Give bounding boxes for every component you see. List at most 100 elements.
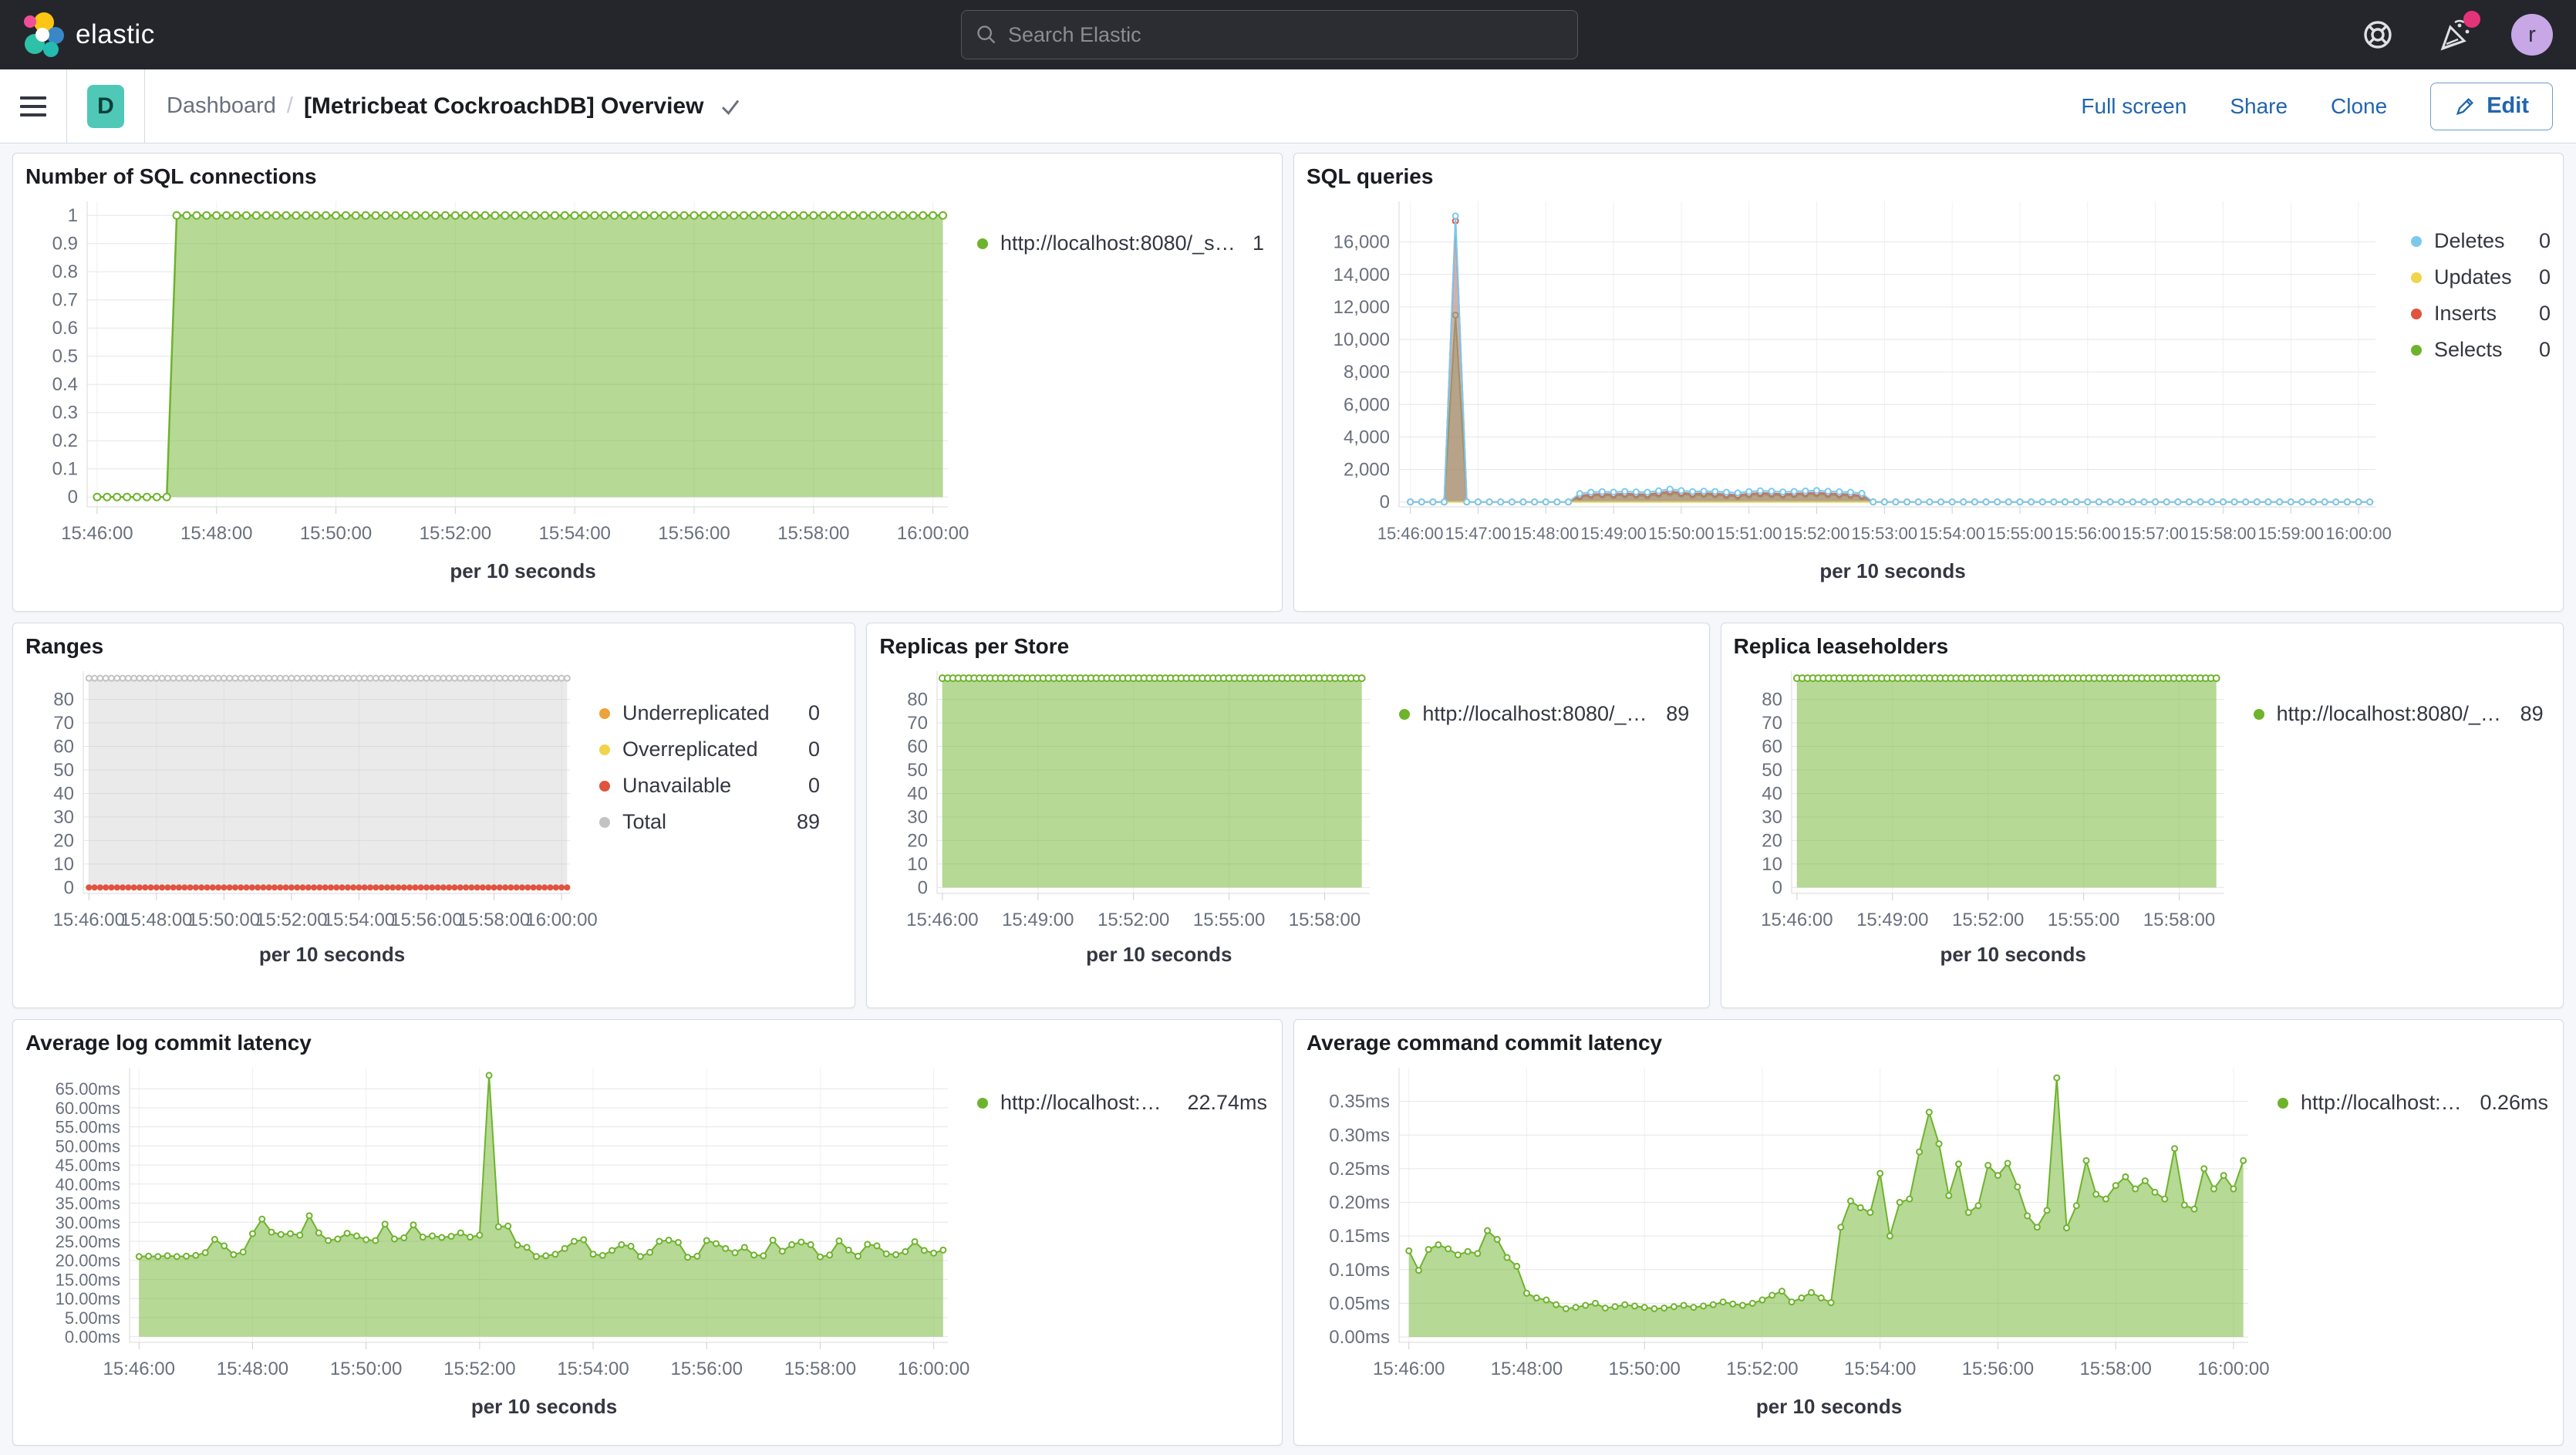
- legend-item[interactable]: Total89: [599, 810, 820, 834]
- svg-text:20.00ms: 20.00ms: [56, 1251, 120, 1271]
- legend-value: 0: [2524, 229, 2551, 253]
- help-button[interactable]: [2357, 14, 2399, 56]
- panel-replica-leaseholders: Replica leaseholders 0102030405060708015…: [1721, 623, 2564, 1008]
- share-button[interactable]: Share: [2230, 94, 2288, 119]
- legend-value: 89: [1650, 702, 1689, 726]
- svg-text:0: 0: [1772, 877, 1782, 898]
- legend-label: Overreplicated: [622, 738, 758, 761]
- svg-text:0.5: 0.5: [52, 346, 78, 367]
- legend-item[interactable]: http://localhost:8080/_sta...89: [1399, 702, 1689, 726]
- panel-title: Replica leaseholders: [1734, 634, 2551, 659]
- svg-text:0.00ms: 0.00ms: [1329, 1327, 1390, 1348]
- svg-text:30.00ms: 30.00ms: [56, 1213, 120, 1232]
- search-input[interactable]: Search Elastic: [961, 10, 1578, 59]
- pencil-icon: [2454, 96, 2476, 117]
- legend-item[interactable]: http://localhost:808...22.74ms: [977, 1091, 1267, 1115]
- title-menu-toggle[interactable]: [719, 95, 742, 118]
- legend-label: http://localhost:808...: [1000, 1091, 1172, 1115]
- svg-text:0.15ms: 0.15ms: [1329, 1226, 1390, 1247]
- command-commit-latency-chart[interactable]: 0.00ms0.05ms0.10ms0.15ms0.20ms0.25ms0.30…: [1307, 1060, 2259, 1392]
- legend-color-dot: [977, 238, 988, 249]
- svg-text:10: 10: [1762, 854, 1782, 875]
- svg-text:0.10ms: 0.10ms: [1329, 1260, 1390, 1281]
- svg-text:15:50:00: 15:50:00: [1608, 1359, 1680, 1379]
- legend-item[interactable]: Selects0: [2411, 338, 2551, 362]
- legend-item[interactable]: Inserts0: [2411, 302, 2551, 326]
- menu-button[interactable]: [0, 69, 66, 143]
- legend-label: Selects: [2434, 338, 2503, 362]
- svg-text:15:55:00: 15:55:00: [1987, 524, 2053, 543]
- clone-button[interactable]: Clone: [2331, 94, 2387, 119]
- edit-button-label: Edit: [2487, 93, 2529, 119]
- legend-item[interactable]: http://localhost:8080/_stat...1: [977, 231, 1264, 255]
- replica-leaseholders-chart[interactable]: 0102030405060708015:46:0015:49:0015:52:0…: [1734, 663, 2235, 940]
- chart-legend: http://localhost:8080...0.26ms: [2259, 1060, 2548, 1419]
- svg-text:0: 0: [918, 877, 928, 898]
- legend-item[interactable]: http://localhost:8080/_sta...89: [2254, 702, 2544, 726]
- svg-text:15:48:00: 15:48:00: [1512, 524, 1579, 543]
- svg-text:15:48:00: 15:48:00: [217, 1359, 288, 1379]
- user-avatar[interactable]: r: [2511, 14, 2553, 56]
- legend-color-dot: [2278, 1098, 2288, 1109]
- svg-text:15:59:00: 15:59:00: [2257, 524, 2324, 543]
- svg-text:30: 30: [53, 807, 74, 828]
- x-axis-title: per 10 seconds: [1307, 559, 2386, 583]
- svg-text:15:56:00: 15:56:00: [671, 1359, 743, 1379]
- svg-text:0.05ms: 0.05ms: [1329, 1293, 1390, 1314]
- notification-dot: [2463, 11, 2480, 28]
- panel-replicas-per-store: Replicas per Store 0102030405060708015:4…: [866, 623, 1709, 1008]
- svg-text:25.00ms: 25.00ms: [56, 1232, 120, 1251]
- svg-text:50: 50: [1762, 760, 1782, 781]
- edit-button[interactable]: Edit: [2430, 83, 2553, 130]
- legend-item[interactable]: Updates0: [2411, 265, 2551, 289]
- svg-text:15:48:00: 15:48:00: [1491, 1359, 1563, 1379]
- ranges-chart[interactable]: 0102030405060708015:46:0015:48:0015:50:0…: [25, 663, 581, 940]
- panel-average-log-commit-latency: Average log commit latency 0.00ms5.00ms1…: [12, 1019, 1283, 1446]
- page-title: [Metricbeat CockroachDB] Overview: [304, 93, 704, 120]
- breadcrumb-dashboard-link[interactable]: Dashboard: [167, 93, 276, 119]
- svg-text:15:58:00: 15:58:00: [2143, 910, 2214, 930]
- search-placeholder: Search Elastic: [1008, 23, 1141, 47]
- legend-item[interactable]: Deletes 0: [2411, 229, 2551, 253]
- legend-item[interactable]: http://localhost:8080...0.26ms: [2278, 1091, 2548, 1115]
- svg-text:60: 60: [908, 737, 929, 758]
- svg-text:10,000: 10,000: [1334, 329, 1390, 350]
- log-commit-latency-chart[interactable]: 0.00ms5.00ms10.00ms15.00ms20.00ms25.00ms…: [25, 1060, 959, 1392]
- legend-label: Unavailable: [622, 774, 731, 798]
- legend-label: http://localhost:8080/_sta...: [2277, 702, 2505, 726]
- legend-item[interactable]: Underreplicated0: [599, 701, 820, 725]
- hamburger-icon: [20, 96, 46, 116]
- svg-text:0.6: 0.6: [52, 318, 78, 339]
- svg-text:15:49:00: 15:49:00: [1002, 910, 1074, 930]
- legend-value: 0.26ms: [2464, 1091, 2548, 1115]
- svg-text:30: 30: [1762, 807, 1782, 828]
- svg-text:10: 10: [908, 854, 929, 875]
- sql-queries-chart[interactable]: 02,0004,0006,0008,00010,00012,00014,0001…: [1307, 194, 2386, 556]
- check-icon: [719, 95, 742, 118]
- svg-text:15:52:00: 15:52:00: [443, 1359, 515, 1379]
- legend-item[interactable]: Unavailable0: [599, 774, 820, 798]
- sql-connections-chart[interactable]: 00.10.20.30.40.50.60.70.80.9115:46:0015:…: [25, 194, 959, 556]
- legend-item[interactable]: Overreplicated0: [599, 738, 820, 761]
- svg-text:70: 70: [1762, 713, 1782, 734]
- legend-color-dot: [599, 744, 610, 755]
- panel-title: SQL queries: [1307, 164, 2551, 189]
- legend-color-dot: [2411, 272, 2422, 283]
- legend-color-dot: [2411, 345, 2422, 356]
- legend-label: Underreplicated: [622, 701, 770, 725]
- svg-text:40.00ms: 40.00ms: [56, 1175, 120, 1194]
- svg-text:0.4: 0.4: [52, 374, 78, 395]
- svg-text:15:58:00: 15:58:00: [2190, 524, 2257, 543]
- replicas-per-store-chart[interactable]: 0102030405060708015:46:0015:49:0015:52:0…: [879, 663, 1381, 940]
- legend-label: Deletes: [2434, 229, 2505, 253]
- full-screen-button[interactable]: Full screen: [2081, 94, 2187, 119]
- svg-text:80: 80: [53, 690, 74, 711]
- news-button[interactable]: [2434, 14, 2476, 56]
- svg-text:15:50:00: 15:50:00: [188, 910, 260, 930]
- svg-text:15:49:00: 15:49:00: [1580, 524, 1647, 543]
- elastic-logo[interactable]: [22, 12, 65, 58]
- svg-text:15:55:00: 15:55:00: [1193, 910, 1265, 930]
- svg-text:15:50:00: 15:50:00: [330, 1359, 402, 1379]
- breadcrumb: Dashboard / [Metricbeat CockroachDB] Ove…: [167, 93, 742, 120]
- panel-title: Ranges: [25, 634, 842, 659]
